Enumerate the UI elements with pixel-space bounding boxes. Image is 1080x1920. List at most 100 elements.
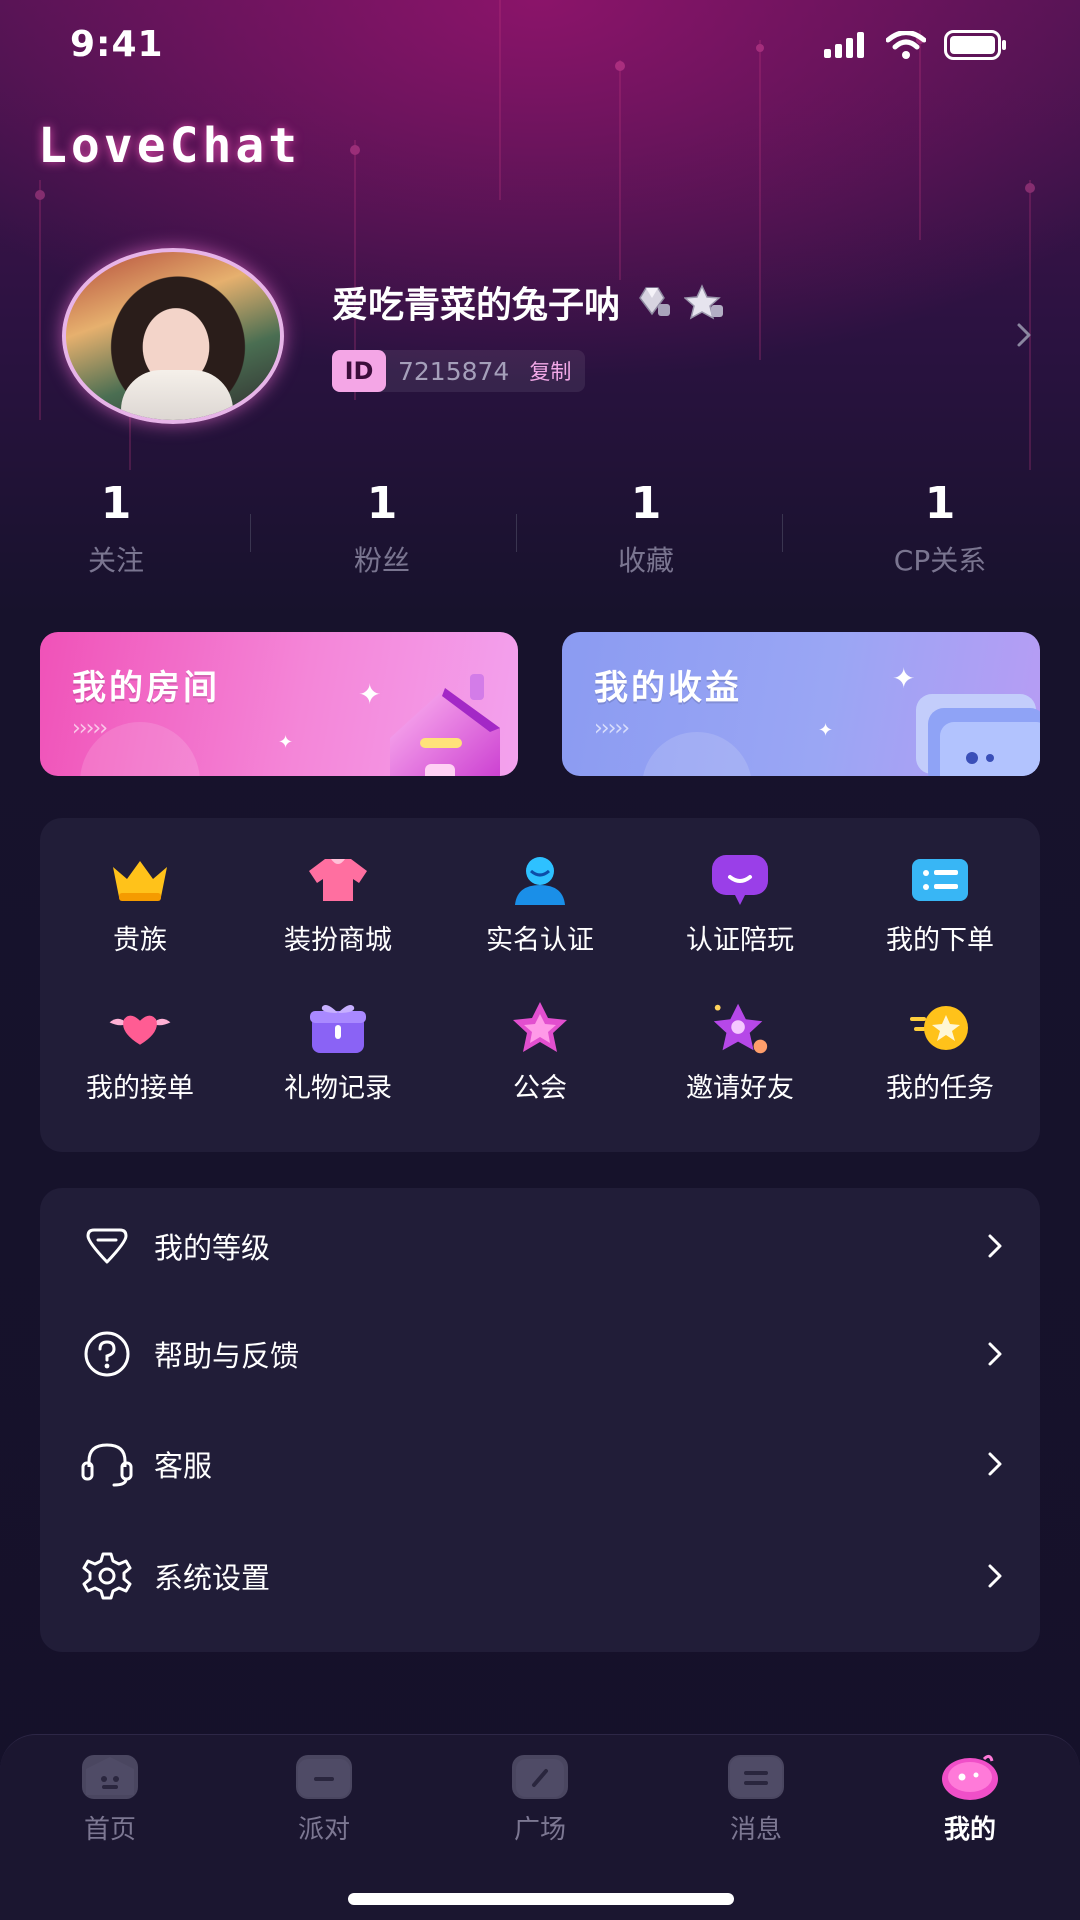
winged-heart-icon <box>108 998 172 1058</box>
grid-item-my-accepted[interactable]: 我的接单 <box>40 998 240 1105</box>
grid-item-invite-friends[interactable]: 邀请好友 <box>640 998 840 1105</box>
tab-profile[interactable]: 我的 <box>900 1754 1040 1846</box>
stat-value: 1 <box>366 478 398 529</box>
diamond-level-icon <box>80 1219 134 1273</box>
user-id-number: 7215874 <box>398 356 510 386</box>
chevron-right-icon <box>988 1564 1002 1588</box>
grid-label: 我的任务 <box>886 1073 994 1104</box>
stat-label: CP关系 <box>893 544 987 577</box>
profile-tab-icon <box>942 1754 998 1800</box>
gift-box-icon <box>306 998 370 1058</box>
menu-label: 系统设置 <box>154 1561 271 1595</box>
tab-label: 我的 <box>943 1815 996 1845</box>
copy-id-button[interactable]: 复制 <box>529 356 571 386</box>
chevron-right-icon <box>988 1342 1002 1366</box>
home-indicator <box>348 1893 734 1905</box>
tab-label: 派对 <box>297 1815 350 1845</box>
chat-bubble-icon <box>708 850 772 910</box>
crown-icon <box>108 850 172 910</box>
grid-label: 礼物记录 <box>284 1073 392 1104</box>
status-time: 9:41 <box>70 24 164 65</box>
stat-fans[interactable]: 1 粉丝 <box>252 478 512 579</box>
menu-label: 我的等级 <box>154 1231 271 1265</box>
tab-party[interactable]: 派对 <box>254 1755 394 1846</box>
profile-avatar[interactable] <box>62 248 292 426</box>
tab-messages[interactable]: 消息 <box>686 1755 826 1846</box>
grid-item-nobility[interactable]: 贵族 <box>40 850 240 957</box>
stat-following[interactable]: 1 关注 <box>0 478 246 579</box>
sparkle-icon: ✦ <box>278 732 294 753</box>
user-verify-icon <box>508 850 572 910</box>
message-tab-icon <box>728 1755 784 1799</box>
shirt-icon <box>306 850 370 910</box>
my-earnings-card[interactable]: 我的收益 ››››› ✦ ✦ <box>562 632 1040 776</box>
stat-cp[interactable]: 1 CP关系 <box>810 478 1070 579</box>
feature-grid: 贵族 装扮商城 实名认证 认证陪玩 我的下单 我的接单 礼物记录 公会 邀请好友… <box>40 818 1040 1152</box>
grid-label: 我的接单 <box>86 1073 194 1104</box>
grid-label: 实名认证 <box>486 925 594 956</box>
menu-item-system-settings[interactable]: 系统设置 <box>40 1536 1040 1616</box>
card-arrows: ››››› <box>594 716 630 741</box>
profile-id-row: ID 7215874 复制 <box>332 350 586 392</box>
tab-label: 广场 <box>513 1815 566 1845</box>
grid-item-real-name[interactable]: 实名认证 <box>440 850 640 957</box>
tab-label: 首页 <box>83 1815 136 1845</box>
tab-home[interactable]: 首页 <box>40 1755 180 1846</box>
card-title: 我的房间 <box>72 668 220 708</box>
grid-item-my-orders[interactable]: 我的下单 <box>840 850 1040 957</box>
grid-label: 邀请好友 <box>686 1073 794 1104</box>
stat-divider <box>250 514 251 552</box>
stat-label: 粉丝 <box>353 544 410 577</box>
order-list-icon <box>908 850 972 910</box>
invite-star-icon <box>708 998 772 1058</box>
battery-icon <box>944 30 1006 60</box>
profile-chevron-icon[interactable] <box>1014 320 1036 350</box>
status-bar: 9:41 <box>0 0 1080 100</box>
star-badge-icon <box>684 284 724 320</box>
status-icons <box>824 30 1008 60</box>
wifi-icon <box>886 31 926 59</box>
grid-item-gift-records[interactable]: 礼物记录 <box>238 998 438 1105</box>
chevron-right-icon <box>988 1452 1002 1476</box>
help-icon <box>80 1327 134 1381</box>
settings-menu: 我的等级 帮助与反馈 客服 系统设置 <box>40 1188 1040 1652</box>
headset-icon <box>80 1437 134 1491</box>
profile-name: 爱吃青菜的兔子呐 <box>332 285 621 326</box>
cellular-signal-icon <box>824 32 864 58</box>
diamond-badge-icon <box>639 287 671 316</box>
menu-label: 客服 <box>154 1449 213 1483</box>
grid-item-certified-companion[interactable]: 认证陪玩 <box>640 850 840 957</box>
guild-star-icon <box>508 998 572 1058</box>
card-title: 我的收益 <box>594 668 742 708</box>
house-3d-icon <box>390 674 500 776</box>
stat-value: 1 <box>924 478 956 529</box>
stat-divider <box>782 514 783 552</box>
stat-label: 关注 <box>87 544 144 577</box>
stat-favorites[interactable]: 1 收藏 <box>516 478 776 579</box>
task-coin-icon <box>908 998 972 1058</box>
sparkle-icon: ✦ <box>818 720 834 741</box>
grid-label: 装扮商城 <box>284 925 392 956</box>
grid-item-my-tasks[interactable]: 我的任务 <box>840 998 1040 1105</box>
grid-item-guild[interactable]: 公会 <box>440 998 640 1105</box>
profile-name-row: 爱吃青菜的兔子呐 <box>332 276 724 328</box>
tab-square[interactable]: 广场 <box>470 1755 610 1846</box>
grid-label: 贵族 <box>113 925 167 956</box>
app-logo-text: LoveChat <box>38 118 302 174</box>
chevron-right-icon <box>988 1234 1002 1258</box>
avatar-image <box>62 248 284 424</box>
menu-item-help-feedback[interactable]: 帮助与反馈 <box>40 1314 1040 1394</box>
stat-label: 收藏 <box>617 544 674 577</box>
square-tab-icon <box>512 1755 568 1799</box>
wallet-3d-icon <box>916 694 1040 776</box>
menu-item-customer-service[interactable]: 客服 <box>40 1424 1040 1504</box>
party-tab-icon <box>296 1755 352 1799</box>
menu-item-my-level[interactable]: 我的等级 <box>40 1206 1040 1286</box>
home-tab-icon <box>82 1755 138 1799</box>
card-decoration <box>642 732 752 776</box>
grid-item-dress-shop[interactable]: 装扮商城 <box>238 850 438 957</box>
grid-label: 公会 <box>513 1073 567 1104</box>
stat-value: 1 <box>100 478 132 529</box>
stats-row: 1 关注 1 粉丝 1 收藏 1 CP关系 <box>0 478 1080 588</box>
my-room-card[interactable]: 我的房间 ››››› ✦ ✦ <box>40 632 518 776</box>
